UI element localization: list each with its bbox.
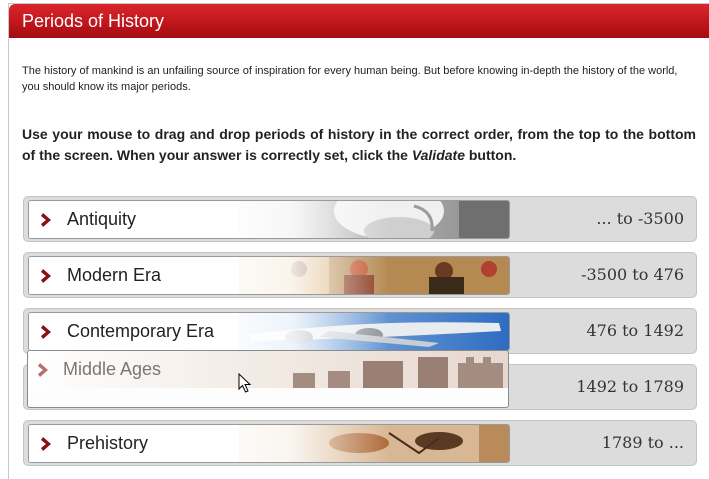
chevron-right-icon [41, 213, 51, 227]
date-range: 1789 to ... [601, 433, 684, 452]
date-range: 476 to 1492 [586, 321, 685, 340]
drop-row-2: Modern Era -3500 to 476 [23, 252, 697, 298]
instructions-before: Use your mouse to drag and drop periods … [22, 126, 696, 163]
period-label: Modern Era [67, 265, 162, 285]
instructions-text: Use your mouse to drag and drop periods … [22, 124, 696, 166]
drop-row-5: Prehistory 1789 to ... [23, 420, 697, 466]
title-bar: Periods of History [9, 4, 709, 38]
chevron-right-icon [41, 437, 51, 451]
date-range: -3500 to 476 [581, 265, 684, 284]
drop-row-1: Antiquity ... to -3500 [23, 196, 697, 242]
instructions-validate-word: Validate [411, 147, 465, 163]
period-label: Prehistory [67, 433, 149, 453]
period-label: Antiquity [67, 209, 137, 229]
dragged-period-card-middle-ages[interactable]: Middle Ages [27, 350, 509, 408]
date-range: 1492 to 1789 [576, 377, 684, 396]
instructions-after: button. [464, 147, 517, 163]
period-card-contemporary-era[interactable]: Contemporary Era [28, 312, 510, 351]
intro-text: The history of mankind is an unfailing s… [22, 65, 678, 93]
chevron-right-icon [41, 269, 51, 283]
page-title: Periods of History [22, 11, 165, 31]
period-card-antiquity[interactable]: Antiquity [28, 200, 510, 239]
period-card-modern-era[interactable]: Modern Era [28, 256, 510, 295]
mouse-pointer-icon [238, 373, 252, 393]
period-label: Middle Ages [63, 359, 162, 379]
period-label: Contemporary Era [67, 321, 215, 341]
chevron-right-icon [41, 325, 51, 339]
drop-row-3: Contemporary Era 476 to 1492 [23, 308, 697, 354]
chevron-right-icon [38, 363, 48, 377]
period-card-prehistory[interactable]: Prehistory [28, 424, 510, 463]
date-range: ... to -3500 [596, 209, 684, 228]
